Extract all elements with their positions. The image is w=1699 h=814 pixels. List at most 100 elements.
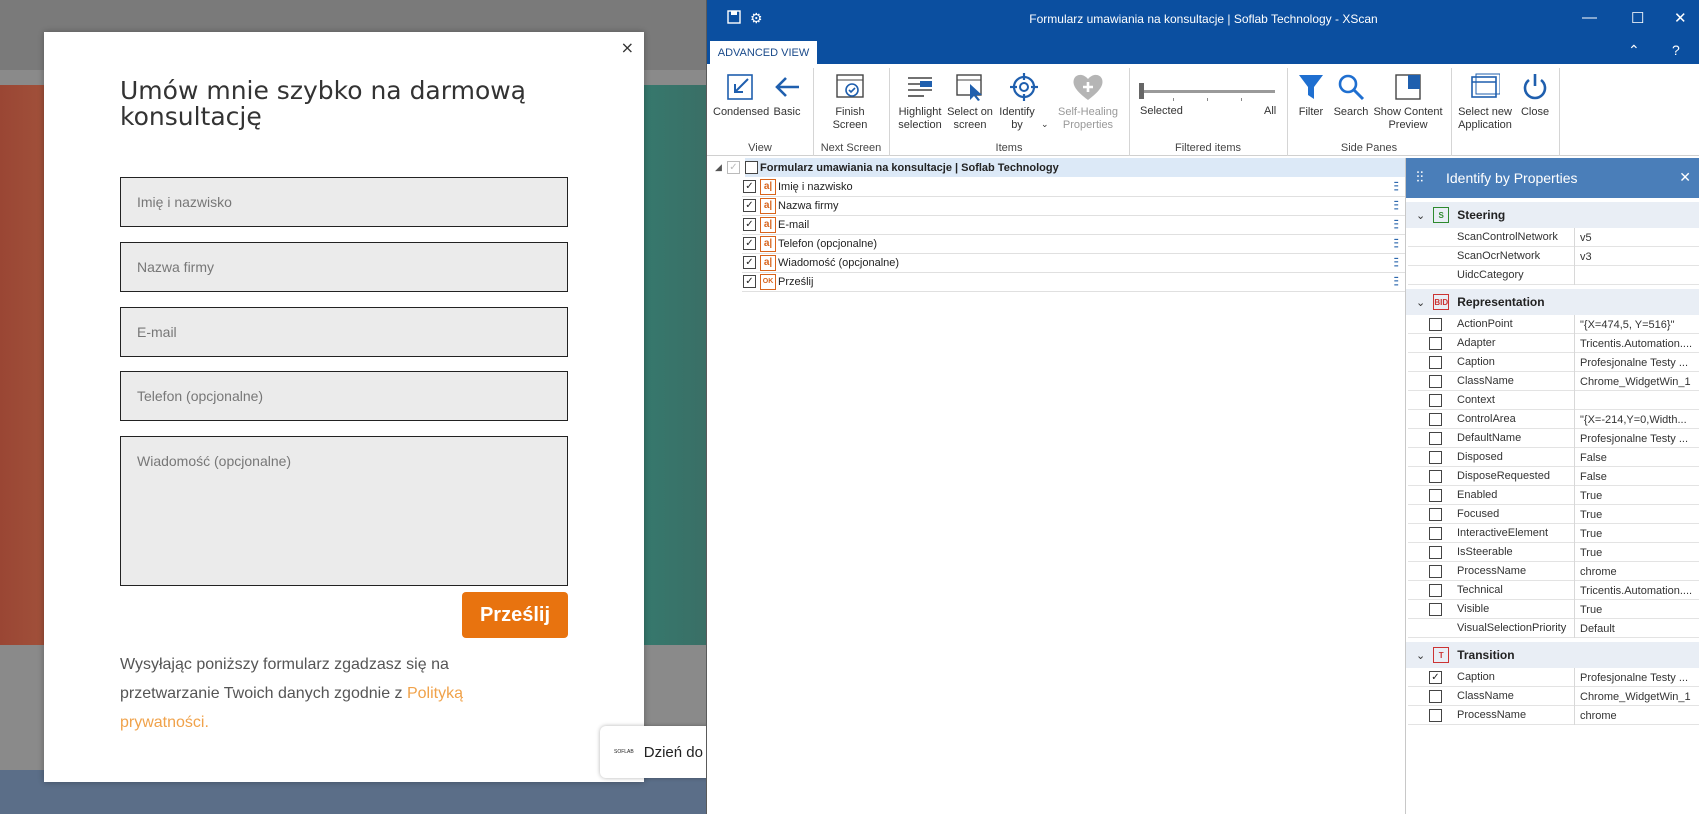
section-representation[interactable]: ⌄ BID Representation xyxy=(1406,289,1699,315)
property-row[interactable]: Context xyxy=(1408,391,1699,410)
tree-item-checkbox[interactable]: ✓ xyxy=(743,237,756,250)
condensed-button[interactable]: Condensed xyxy=(713,68,769,119)
phone-field[interactable]: Telefon (opcjonalne) xyxy=(120,371,568,421)
search-button[interactable]: Search xyxy=(1331,68,1371,119)
filter-slider[interactable] xyxy=(1139,78,1275,108)
tree-item-checkbox[interactable]: ✓ xyxy=(743,180,756,193)
tab-advanced-view[interactable]: ADVANCED VIEW xyxy=(710,41,817,64)
identify-settings-icon[interactable]: ⫶⫶⫶ xyxy=(1393,274,1399,290)
finish-screen-button[interactable]: Finish Screen xyxy=(821,68,879,132)
property-value[interactable]: Profesjonalne Testy ... xyxy=(1574,429,1699,448)
property-value[interactable]: "{X=-214,Y=0,Width... xyxy=(1574,410,1699,429)
collapse-ribbon-icon[interactable]: ⌃ xyxy=(1628,42,1640,59)
property-value[interactable]: v5 xyxy=(1574,228,1699,247)
property-checkbox[interactable] xyxy=(1429,394,1442,407)
property-row[interactable]: Visible True xyxy=(1408,600,1699,619)
tree-root[interactable]: Formularz umawiania na konsultacje | Sof… xyxy=(745,158,1407,177)
section-steering[interactable]: ⌄ S Steering xyxy=(1406,202,1699,228)
tree-item-checkbox[interactable]: ✓ xyxy=(743,199,756,212)
property-row[interactable]: Caption Profesjonalne Testy ... xyxy=(1408,353,1699,372)
close-xscan-button[interactable]: Close xyxy=(1515,68,1555,119)
property-value[interactable]: True xyxy=(1574,505,1699,524)
property-value[interactable]: Default xyxy=(1574,619,1699,638)
company-field[interactable]: Nazwa firmy xyxy=(120,242,568,292)
help-icon[interactable]: ? xyxy=(1672,42,1680,58)
name-field[interactable]: Imię i nazwisko xyxy=(120,177,568,227)
property-value[interactable] xyxy=(1574,266,1699,285)
email-field[interactable]: E-mail xyxy=(120,307,568,357)
property-value[interactable]: False xyxy=(1574,448,1699,467)
property-value[interactable]: True xyxy=(1574,600,1699,619)
window-close-icon[interactable]: ✕ xyxy=(1674,9,1687,27)
property-checkbox[interactable]: ✓ xyxy=(1429,671,1442,684)
property-row[interactable]: ControlArea "{X=-214,Y=0,Width... xyxy=(1408,410,1699,429)
property-checkbox[interactable] xyxy=(1429,356,1442,369)
show-content-preview-button[interactable]: Show Content Preview xyxy=(1371,68,1445,132)
property-row[interactable]: ActionPoint "{X=474,5, Y=516}" xyxy=(1408,315,1699,334)
dropdown-chevron-icon[interactable]: ⌄ xyxy=(1041,118,1049,131)
identify-settings-icon[interactable]: ⫶⫶⫶ xyxy=(1393,236,1399,252)
property-value[interactable]: "{X=474,5, Y=516}" xyxy=(1574,315,1699,334)
tree-item-checkbox[interactable]: ✓ xyxy=(743,275,756,288)
property-row[interactable]: Focused True xyxy=(1408,505,1699,524)
property-value[interactable]: Tricentis.Automation.... xyxy=(1574,334,1699,353)
property-row[interactable]: VisualSelectionPriority Default xyxy=(1408,619,1699,638)
property-row[interactable]: Disposed False xyxy=(1408,448,1699,467)
property-checkbox[interactable] xyxy=(1429,337,1442,350)
property-checkbox[interactable] xyxy=(1429,603,1442,616)
property-checkbox[interactable] xyxy=(1429,690,1442,703)
modal-close-icon[interactable]: × xyxy=(621,38,634,57)
tree-item[interactable]: ✓ a| Nazwa firmy ⫶⫶⫶ xyxy=(743,196,1405,215)
tree-item[interactable]: ✓ OK Prześlij ⫶⫶⫶ xyxy=(743,272,1405,291)
property-value[interactable]: False xyxy=(1574,467,1699,486)
property-checkbox[interactable] xyxy=(1429,709,1442,722)
filter-button[interactable]: Filter xyxy=(1291,68,1331,119)
submit-button[interactable]: Prześlij xyxy=(462,592,568,638)
property-row[interactable]: DisposeRequested False xyxy=(1408,467,1699,486)
property-checkbox[interactable] xyxy=(1429,508,1442,521)
property-value[interactable]: True xyxy=(1574,543,1699,562)
property-value[interactable]: Profesjonalne Testy ... xyxy=(1574,353,1699,372)
property-checkbox[interactable] xyxy=(1429,584,1442,597)
property-row[interactable]: Technical Tricentis.Automation.... xyxy=(1408,581,1699,600)
property-row[interactable]: Enabled True xyxy=(1408,486,1699,505)
identify-settings-icon[interactable]: ⫶⫶⫶ xyxy=(1393,217,1399,233)
tree-item-checkbox[interactable]: ✓ xyxy=(743,218,756,231)
property-checkbox[interactable] xyxy=(1429,470,1442,483)
tree-item[interactable]: ✓ a| E-mail ⫶⫶⫶ xyxy=(743,215,1405,234)
identify-settings-icon[interactable]: ⫶⫶⫶ xyxy=(1393,255,1399,271)
property-checkbox[interactable] xyxy=(1429,413,1442,426)
chat-toast[interactable]: SOFLAB Dzień do xyxy=(600,726,720,778)
message-textarea[interactable]: Wiadomość (opcjonalne) xyxy=(120,436,568,586)
property-row[interactable]: DefaultName Profesjonalne Testy ... xyxy=(1408,429,1699,448)
property-row[interactable]: ClassName Chrome_WidgetWin_1 xyxy=(1408,687,1699,706)
property-row[interactable]: UidcCategory xyxy=(1408,266,1699,285)
select-on-screen-button[interactable]: Select on screen xyxy=(945,68,995,132)
tree-item[interactable]: ✓ a| Wiadomość (opcjonalne) ⫶⫶⫶ xyxy=(743,253,1405,272)
property-value[interactable]: chrome xyxy=(1574,562,1699,581)
identify-settings-icon[interactable]: ⫶⫶⫶ xyxy=(1393,179,1399,195)
property-row[interactable]: ProcessName chrome xyxy=(1408,706,1699,725)
slider-thumb[interactable] xyxy=(1139,83,1144,99)
property-row[interactable]: InteractiveElement True xyxy=(1408,524,1699,543)
property-value[interactable]: Tricentis.Automation.... xyxy=(1574,581,1699,600)
property-checkbox[interactable] xyxy=(1429,489,1442,502)
identify-settings-icon[interactable]: ⫶⫶⫶ xyxy=(1393,198,1399,214)
property-value[interactable]: Profesjonalne Testy ... xyxy=(1574,668,1699,687)
tree-item[interactable]: ✓ a| Telefon (opcjonalne) ⫶⫶⫶ xyxy=(743,234,1405,253)
property-value[interactable]: chrome xyxy=(1574,706,1699,725)
property-checkbox[interactable] xyxy=(1429,432,1442,445)
root-checkbox[interactable]: ✓ xyxy=(727,161,740,174)
basic-button[interactable]: Basic xyxy=(767,68,807,119)
collapse-triangle-icon[interactable]: ◢ xyxy=(715,162,722,173)
property-checkbox[interactable] xyxy=(1429,546,1442,559)
property-value[interactable]: True xyxy=(1574,486,1699,505)
property-row[interactable]: IsSteerable True xyxy=(1408,543,1699,562)
property-checkbox[interactable] xyxy=(1429,318,1442,331)
property-row[interactable]: ✓ Caption Profesjonalne Testy ... xyxy=(1408,668,1699,687)
tree-item-checkbox[interactable]: ✓ xyxy=(743,256,756,269)
self-healing-button[interactable]: Self-Healing Properties xyxy=(1053,68,1123,132)
property-checkbox[interactable] xyxy=(1429,527,1442,540)
property-value[interactable] xyxy=(1574,391,1699,410)
property-checkbox[interactable] xyxy=(1429,375,1442,388)
